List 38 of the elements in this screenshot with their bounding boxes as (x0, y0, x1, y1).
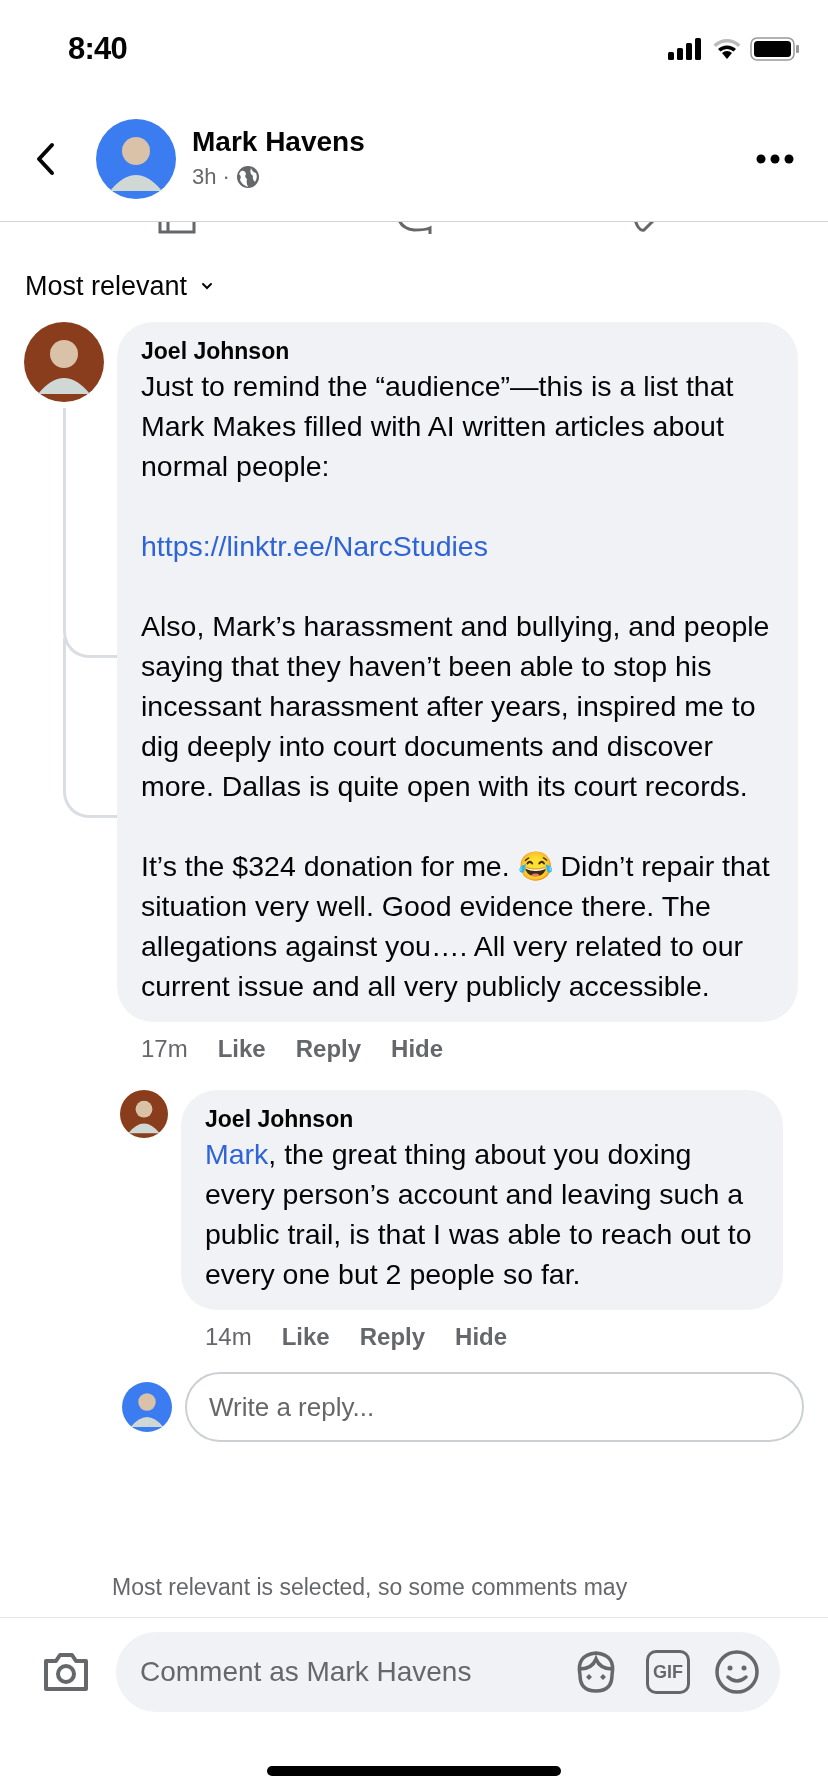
comment-text: Mark, the great thing about you doxing every person’s account and leaving such a public trail, is that I was able to reach out to every one but 2 people so far. (205, 1137, 753, 1292)
globe-icon (235, 164, 260, 189)
comment-time: 17m (141, 1034, 188, 1064)
comment-link[interactable]: https://linktr.ee/NarcStudies (141, 526, 488, 566)
separator-dot: · (222, 163, 230, 191)
chevron-down-icon[interactable] (201, 282, 214, 290)
status-time: 8:40 (68, 29, 127, 68)
comment-text: Also, Mark’s harassment and bullying, and people saying that they haven’t been able to stop his incessant harassment after years, inspired me to dig deeply into court documents and discover more. Dallas is quite open with its court records. (141, 609, 771, 804)
comment-text: It’s the $324 donation for me. 😂 Didn’t repair that situation very well. Good evidence there. The allegations against you…. All very related to our current issue and all very publicly accessible. (141, 849, 771, 1004)
action-link[interactable]: Hide (455, 1319, 508, 1355)
signal-icon (668, 38, 704, 60)
commenter-name[interactable]: Joel Johnson (205, 1104, 759, 1134)
mention-link[interactable]: Mark (205, 1138, 269, 1170)
avatar[interactable] (24, 322, 104, 402)
comment-text: Just to remind the “audience”—this is a list that Mark Makes filled with AI written articles about normal people: (141, 369, 735, 484)
action-link[interactable]: Like (281, 1319, 330, 1355)
filter-note: Most relevant is selected, so some comments may (112, 1573, 628, 1602)
wifi-icon (712, 38, 742, 60)
back-icon[interactable] (34, 141, 56, 176)
commenter-name[interactable]: Joel Johnson (141, 336, 774, 366)
author-name[interactable]: Mark Havens (192, 124, 365, 160)
sort-label[interactable]: Most relevant (25, 265, 188, 307)
emoji-icon[interactable] (714, 1649, 760, 1695)
avatar[interactable] (96, 118, 176, 199)
action-link[interactable]: Like (217, 1031, 266, 1067)
action-link[interactable]: Reply (359, 1319, 426, 1355)
post-time: 3h (192, 163, 217, 191)
comment-time: 14m (205, 1322, 252, 1352)
action-link[interactable]: Reply (295, 1031, 362, 1067)
action-link[interactable]: Hide (391, 1031, 444, 1067)
comment-field[interactable]: Comment as Mark Havens GIF (116, 1632, 780, 1712)
battery-icon (750, 37, 800, 61)
avatar[interactable] (120, 1090, 168, 1138)
more-icon[interactable] (756, 153, 794, 164)
gif-button[interactable]: GIF (646, 1650, 690, 1694)
camera-icon[interactable] (42, 1651, 90, 1693)
avatar[interactable] (122, 1382, 172, 1432)
reply-field[interactable]: Write a reply... (185, 1372, 804, 1442)
